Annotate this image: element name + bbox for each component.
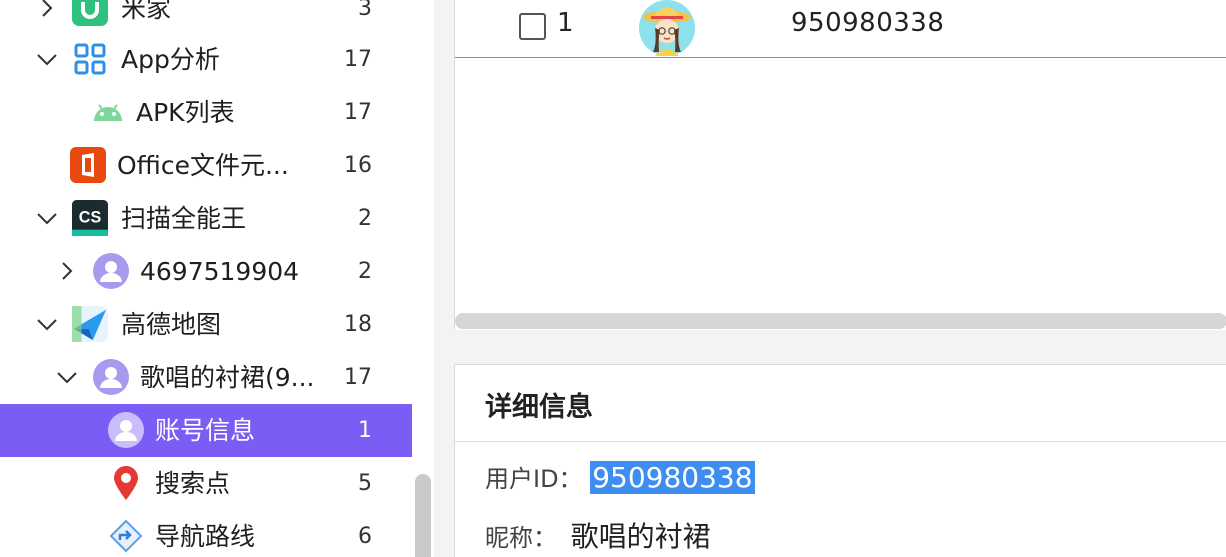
tree-item-label: 账号信息 bbox=[155, 416, 256, 445]
tree-item-count: 3 bbox=[358, 0, 372, 21]
sidebar-tree: 米家 3 App分析 17 APK列表 17 Office文件元... 16 C… bbox=[0, 0, 434, 557]
tree-item-count: 17 bbox=[344, 365, 372, 390]
chevron-down-icon[interactable] bbox=[56, 366, 78, 388]
field-value[interactable]: 歌唱的衬裙 bbox=[571, 520, 711, 553]
camscanner-icon: CS bbox=[72, 200, 108, 236]
user-avatar-icon bbox=[108, 412, 144, 448]
results-table: 1 950980338 bbox=[454, 0, 1226, 330]
chevron-down-icon[interactable] bbox=[36, 313, 58, 335]
chevron-right-icon[interactable] bbox=[36, 0, 58, 19]
tree-item-count: 2 bbox=[358, 206, 372, 231]
amap-icon bbox=[72, 306, 108, 342]
tree-item-label: 搜索点 bbox=[155, 469, 231, 498]
row-index: 1 bbox=[557, 8, 574, 38]
tree-item-account-4697519904[interactable]: 4697519904 2 bbox=[0, 245, 412, 298]
row-user-id: 950980338 bbox=[791, 8, 945, 38]
tree-item-search-points[interactable]: 搜索点 5 bbox=[0, 457, 412, 510]
tree-item-count: 17 bbox=[344, 100, 372, 125]
detail-panel: 详细信息 用户ID： 950980338 昵称： 歌唱的衬裙 bbox=[454, 364, 1226, 557]
sidebar-scrollbar-thumb[interactable] bbox=[415, 474, 431, 557]
user-avatar-icon bbox=[93, 253, 129, 289]
field-nickname: 昵称： 歌唱的衬裙 bbox=[485, 515, 711, 555]
avatar bbox=[639, 0, 697, 56]
tree-item-account-info[interactable]: 账号信息 1 bbox=[0, 404, 412, 457]
tree-item-app-analysis[interactable]: App分析 17 bbox=[0, 33, 412, 86]
chevron-down-icon[interactable] bbox=[36, 48, 58, 70]
field-label: 昵称： bbox=[485, 524, 557, 552]
tree-item-label: APK列表 bbox=[136, 98, 235, 127]
tree-item-apk-list[interactable]: APK列表 17 bbox=[0, 86, 412, 139]
tree-item-count: 18 bbox=[344, 312, 372, 337]
tree-item-count: 5 bbox=[358, 471, 372, 496]
tree-item-camscanner[interactable]: CS 扫描全能王 2 bbox=[0, 192, 412, 245]
chevron-down-icon[interactable] bbox=[36, 207, 58, 229]
panel-gap bbox=[454, 330, 1226, 364]
tree-item-amap[interactable]: 高德地图 18 bbox=[0, 298, 412, 351]
tree-item-account-gechang[interactable]: 歌唱的衬裙(9... 17 bbox=[0, 351, 412, 404]
tree-item-label: 扫描全能王 bbox=[121, 204, 247, 233]
map-pin-icon bbox=[108, 465, 144, 501]
tree-item-label: 4697519904 bbox=[140, 257, 300, 286]
tree-item-label: 米家 bbox=[121, 0, 172, 23]
panel-divider[interactable] bbox=[434, 0, 454, 557]
user-avatar-icon bbox=[93, 359, 129, 395]
tree-item-navigation-routes[interactable]: 导航路线 6 bbox=[0, 510, 412, 557]
tree-item-label: Office文件元... bbox=[117, 151, 289, 180]
tree-item-count: 1 bbox=[358, 418, 372, 443]
detail-divider bbox=[455, 441, 1226, 442]
mijia-app-icon bbox=[72, 0, 108, 26]
field-label: 用户ID： bbox=[485, 465, 583, 493]
tree-item-count: 2 bbox=[358, 259, 372, 284]
chevron-right-icon[interactable] bbox=[56, 260, 78, 282]
field-user-id: 用户ID： 950980338 bbox=[485, 459, 755, 494]
tree-item-label: 歌唱的衬裙(9... bbox=[140, 363, 315, 392]
grid-icon bbox=[72, 41, 108, 77]
tree-item-label: 高德地图 bbox=[121, 310, 222, 339]
field-value-selected[interactable]: 950980338 bbox=[590, 461, 755, 494]
table-row[interactable]: 1 950980338 bbox=[455, 0, 1226, 58]
tree-item-label: 导航路线 bbox=[155, 522, 256, 551]
android-icon bbox=[90, 94, 126, 130]
cs-text: CS bbox=[79, 209, 102, 227]
tree-item-mijia[interactable]: 米家 3 bbox=[0, 0, 412, 35]
tree-item-count: 6 bbox=[358, 524, 372, 549]
office-icon bbox=[70, 147, 106, 183]
row-checkbox[interactable] bbox=[519, 13, 546, 40]
tree-item-label: App分析 bbox=[121, 45, 220, 74]
tree-item-count: 17 bbox=[344, 47, 372, 72]
tree-item-office-metadata[interactable]: Office文件元... 16 bbox=[0, 139, 412, 192]
tree-item-count: 16 bbox=[344, 153, 372, 178]
table-horizontal-scrollbar[interactable] bbox=[455, 313, 1226, 329]
detail-title: 详细信息 bbox=[485, 392, 593, 423]
route-icon bbox=[108, 518, 144, 554]
